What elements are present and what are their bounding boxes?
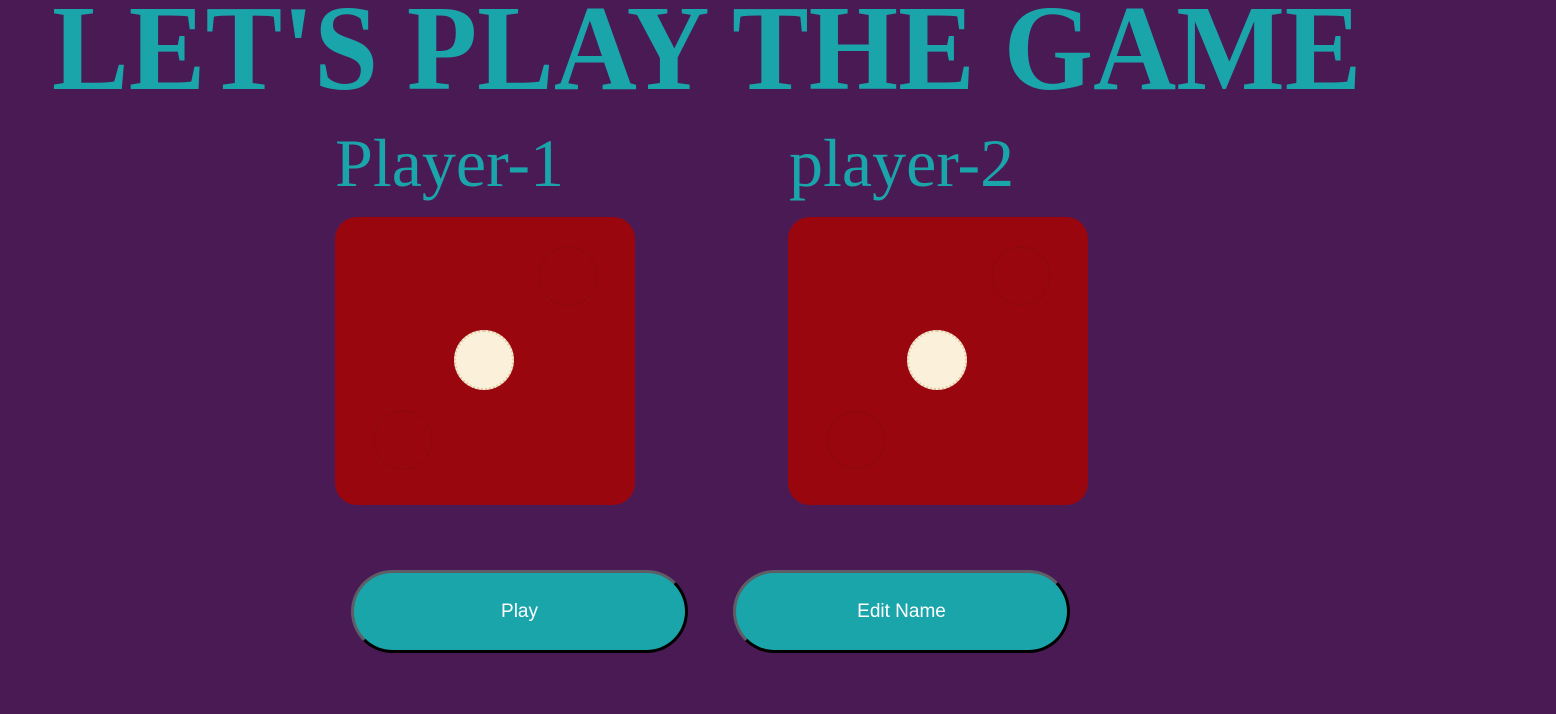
play-button[interactable]: Play [351, 570, 688, 653]
game-page: { "title": "LET'S PLAY THE GAME", "playe… [0, 0, 1556, 714]
player-2-die [788, 217, 1088, 505]
edit-name-button[interactable]: Edit Name [733, 570, 1070, 653]
die-pip-inactive [826, 410, 886, 470]
player-1-label: Player-1 [335, 125, 565, 201]
player-1-die [335, 217, 635, 505]
die-pip [454, 330, 514, 390]
die-pip-inactive [538, 246, 598, 306]
page-title: LET'S PLAY THE GAME [52, 0, 1362, 116]
die-pip-inactive [991, 246, 1051, 306]
player-2-label: player-2 [789, 125, 1015, 201]
die-pip [907, 330, 967, 390]
die-pip-inactive [373, 410, 433, 470]
